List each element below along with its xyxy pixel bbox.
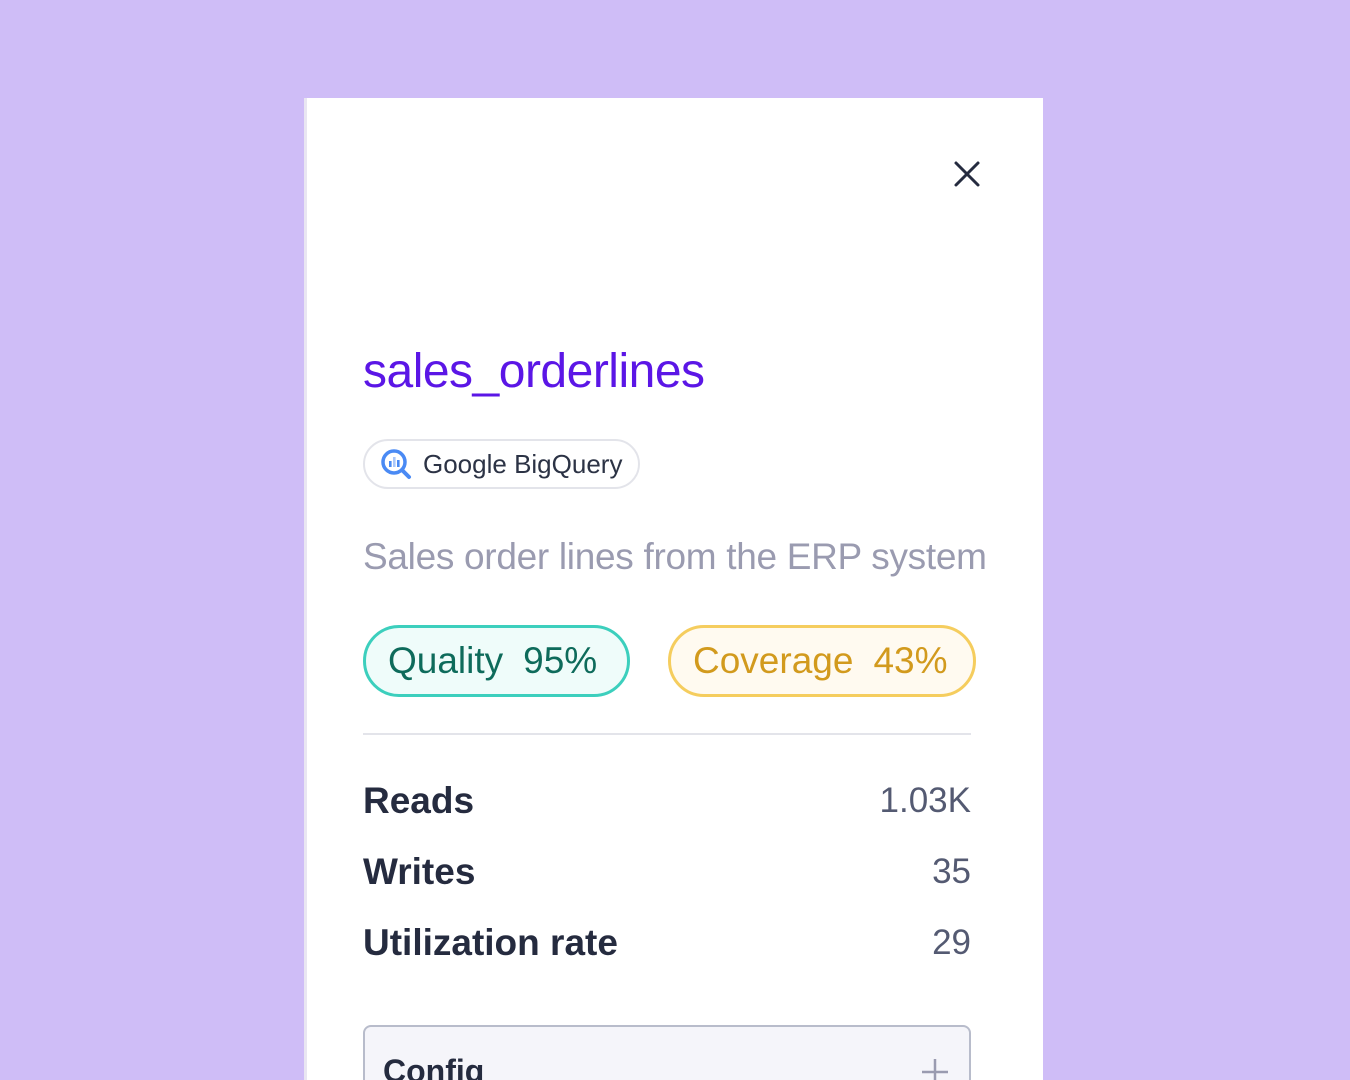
coverage-label: Coverage — [693, 640, 854, 681]
stat-row-reads: Reads 1.03K — [363, 776, 971, 826]
stat-row-utilization: Utilization rate 29 — [363, 918, 971, 968]
plus-icon — [922, 1059, 948, 1080]
coverage-badge: Coverage 43% — [668, 625, 976, 697]
stat-label: Writes — [363, 851, 476, 892]
config-label: Config — [383, 1053, 485, 1080]
close-button[interactable] — [947, 154, 987, 194]
source-chip: Google BigQuery — [363, 439, 641, 489]
stat-value: 35 — [932, 852, 971, 891]
quality-label: Quality — [388, 640, 504, 681]
detail-panel: sales_orderlines Google BigQuery Sales o… — [307, 98, 1043, 1080]
stat-label: Utilization rate — [363, 922, 618, 963]
page-title: sales_orderlines — [363, 345, 705, 398]
coverage-value: 43% — [873, 640, 948, 681]
stat-value: 1.03K — [879, 781, 971, 820]
divider — [363, 733, 971, 735]
config-accordion[interactable]: Config — [363, 1025, 971, 1080]
close-icon — [954, 161, 980, 187]
description: Sales order lines from the ERP system — [363, 536, 987, 577]
stat-value: 29 — [932, 923, 971, 962]
stat-label: Reads — [363, 780, 475, 821]
quality-badge: Quality 95% — [363, 625, 630, 697]
stat-row-writes: Writes 35 — [363, 847, 971, 897]
source-label: Google BigQuery — [423, 448, 623, 479]
bigquery-icon — [381, 449, 411, 479]
quality-value: 95% — [523, 640, 598, 681]
